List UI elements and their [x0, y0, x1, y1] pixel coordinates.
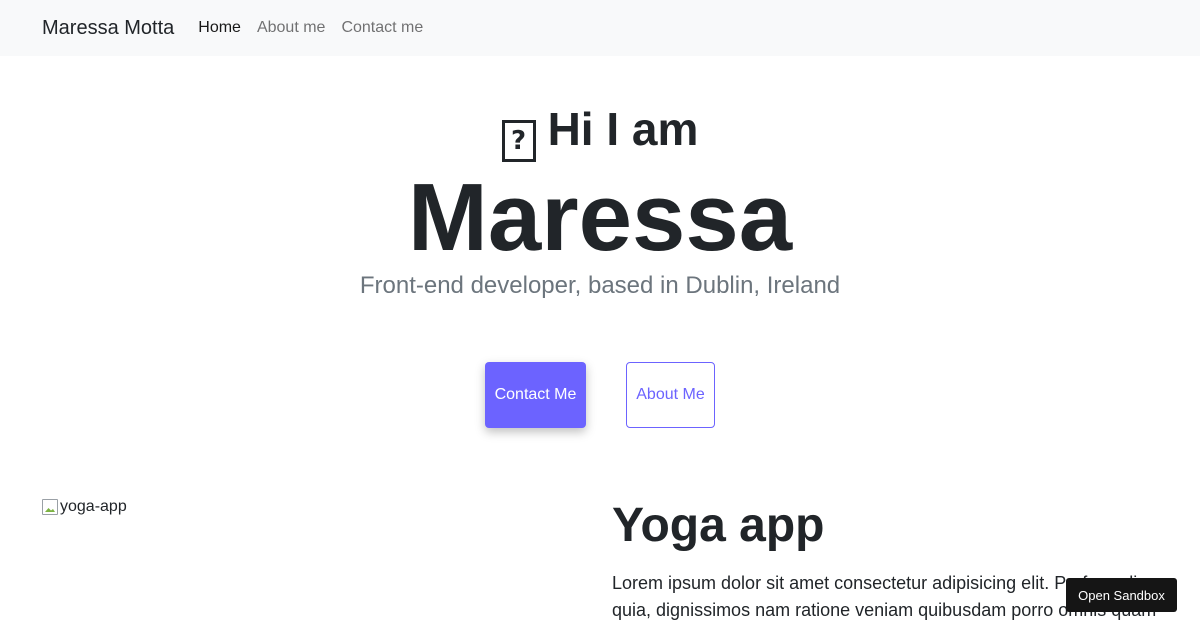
greeting-text: Hi I am — [547, 103, 699, 155]
missing-glyph-icon: ? — [501, 120, 536, 162]
nav-link-contact[interactable]: Contact me — [341, 19, 423, 37]
hero-name: Maressa — [407, 164, 793, 271]
project-title: Yoga app — [612, 499, 825, 552]
hero-tagline: Front-end developer, based in Dublin, Ir… — [359, 272, 841, 299]
open-sandbox-button[interactable]: Open Sandbox — [1066, 578, 1177, 612]
greeting-heading: ? Hi I am — [0, 102, 1200, 162]
nav-link-home[interactable]: Home — [198, 19, 241, 37]
brand-link[interactable]: Maressa Motta — [42, 17, 174, 40]
navbar: Maressa Motta Home About me Contact me — [0, 0, 1200, 56]
project-image-alt: yoga-app — [60, 498, 127, 515]
about-me-button[interactable]: About Me — [626, 362, 715, 428]
nav-link-about[interactable]: About me — [257, 19, 325, 37]
contact-me-button[interactable]: Contact Me — [485, 362, 586, 428]
project-image: yoga-app — [42, 498, 127, 516]
broken-image-icon — [42, 499, 58, 515]
